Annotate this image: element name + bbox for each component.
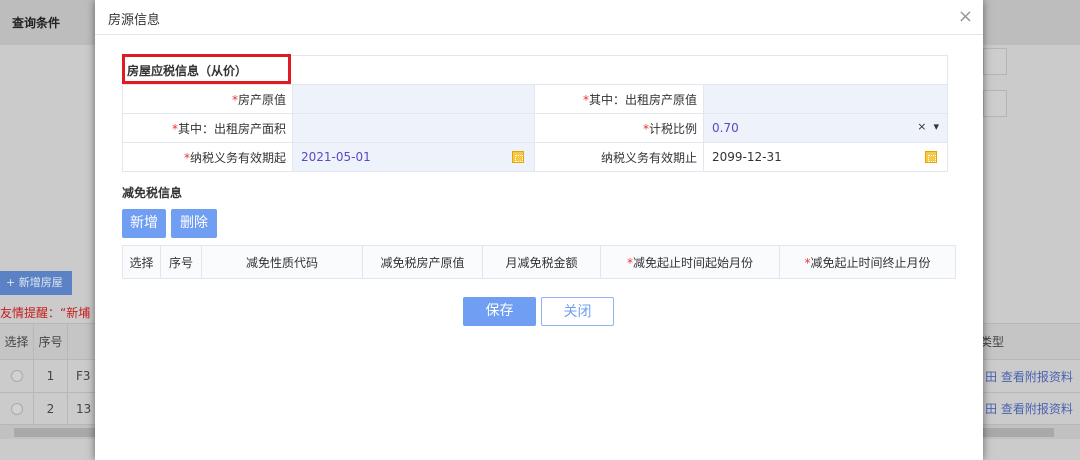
header-relief-value: 减免税房产原值 — [362, 245, 483, 279]
add-button[interactable]: 新增 — [122, 209, 166, 238]
radio-icon[interactable] — [10, 370, 23, 382]
rented-area-input[interactable] — [292, 113, 535, 143]
header-start-month: *减免起止时间起始月份 — [600, 245, 780, 279]
end-date-input[interactable]: 2099-12-31 — [703, 142, 948, 172]
field-label: *计税比例 — [534, 113, 704, 143]
relief-table-header: 选择 序号 减免性质代码 减免税房产原值 月减免税金额 *减免起止时间起始月份 … — [122, 245, 956, 279]
highlight-box — [122, 54, 291, 84]
calendar-icon[interactable] — [925, 151, 937, 163]
query-input-2[interactable] — [983, 90, 1007, 117]
field-label: *其中：出租房产原值 — [534, 84, 704, 114]
close-button[interactable]: 关闭 — [541, 297, 614, 326]
tip-text: 友情提醒：“新埔 — [0, 306, 91, 320]
row-radio[interactable] — [0, 360, 34, 392]
dialog-title: 房源信息 — [95, 0, 983, 35]
field-label: 纳税义务有效期止 — [534, 142, 704, 172]
field-label: *其中：出租房产面积 — [122, 113, 293, 143]
row-index: 2 — [34, 393, 68, 424]
row-code: F3 — [76, 369, 91, 383]
calendar-icon[interactable] — [512, 151, 524, 163]
relief-table: 选择 序号 减免性质代码 减免税房产原值 月减免税金额 *减免起止时间起始月份 … — [122, 245, 956, 279]
query-title: 查询条件 — [12, 16, 61, 30]
original-value-input[interactable] — [292, 84, 535, 114]
start-date-input[interactable]: 2021-05-01 — [292, 142, 535, 172]
clear-icon[interactable]: × — [917, 120, 926, 133]
radio-icon[interactable] — [10, 402, 23, 415]
tax-ratio-select[interactable]: 0.70 × ▾ — [703, 113, 948, 143]
header-index: 序号 — [34, 324, 68, 359]
save-button[interactable]: 保存 — [463, 297, 536, 326]
header-select: 选择 — [122, 245, 161, 279]
header-monthly-amount: 月减免税金额 — [482, 245, 601, 279]
header-index: 序号 — [160, 245, 202, 279]
view-attachment-link[interactable]: 田 查看附报资料 — [978, 360, 1080, 392]
relief-title: 减免税信息 — [122, 186, 183, 200]
add-house-button[interactable]: + 新增房屋 — [0, 271, 72, 295]
row-radio[interactable] — [0, 393, 34, 424]
field-label: *纳税义务有效期起 — [122, 142, 293, 172]
query-input-1[interactable] — [983, 48, 1007, 75]
house-info-dialog: 房源信息 × 房屋应税信息（从价） *房产原值 *其中：出租房产原值 *其中：出… — [95, 0, 983, 460]
view-attachment-link[interactable]: 田 查看附报资料 — [978, 393, 1080, 424]
row-code: 13 — [76, 401, 92, 416]
delete-button[interactable]: 删除 — [171, 209, 217, 238]
header-type: 类型 — [980, 335, 1005, 349]
header-select: 选择 — [0, 324, 34, 359]
tax-info-form: 房屋应税信息（从价） *房产原值 *其中：出租房产原值 *其中：出租房产面积 *… — [122, 54, 948, 172]
rented-original-value-input[interactable] — [703, 84, 948, 114]
field-label: *房产原值 — [122, 84, 293, 114]
header-relief-code: 减免性质代码 — [201, 245, 363, 279]
close-icon[interactable]: × — [958, 6, 973, 27]
chevron-down-icon[interactable]: ▾ — [933, 120, 939, 133]
header-end-month: *减免起止时间终止月份 — [779, 245, 956, 279]
row-index: 1 — [34, 360, 68, 392]
section-title: 房屋应税信息（从价） — [122, 54, 948, 85]
